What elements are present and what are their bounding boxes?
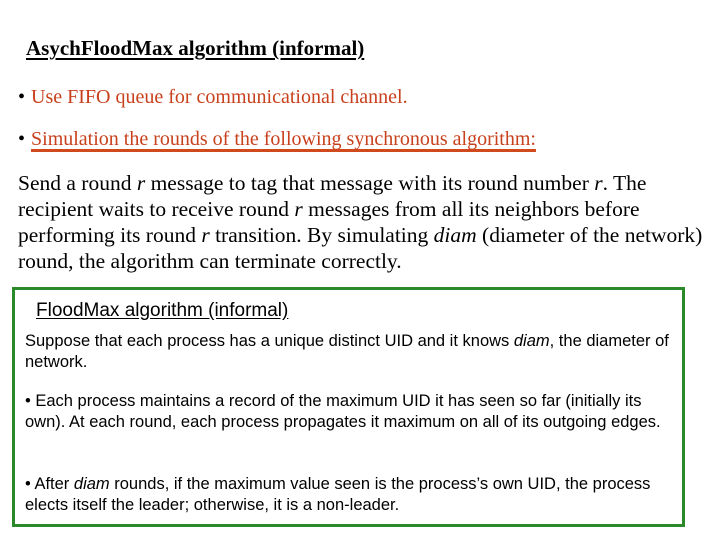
bullet-simulation: • Simulation the rounds of the following … bbox=[18, 128, 536, 151]
box-paragraph-leader: • After diam rounds, if the maximum valu… bbox=[25, 475, 651, 514]
floodmax-box: FloodMax algorithm (informal) Suppose th… bbox=[12, 287, 685, 527]
box-paragraph-uid: Suppose that each process has a unique d… bbox=[25, 332, 669, 371]
description-paragraph: Send a round r message to tag that messa… bbox=[18, 171, 703, 273]
bullet-marker: • bbox=[18, 128, 26, 150]
round-variable: r bbox=[294, 197, 303, 221]
diam-term: diam bbox=[73, 475, 110, 493]
diam-term: diam bbox=[433, 223, 477, 247]
box-paragraph-record: • Each process maintains a record of the… bbox=[25, 392, 661, 431]
bullet-marker: • bbox=[18, 86, 26, 108]
slide-title: AsychFloodMax algorithm (informal) bbox=[26, 36, 365, 60]
bullet-fifo: • Use FIFO queue for communicational chan… bbox=[18, 86, 408, 109]
diam-term: diam bbox=[513, 332, 550, 350]
round-variable: r bbox=[594, 171, 603, 195]
bullet-text: Simulation the rounds of the following s… bbox=[31, 128, 536, 150]
bullet-text: Use FIFO queue for communicational chann… bbox=[31, 86, 408, 108]
round-variable: r bbox=[201, 223, 210, 247]
box-title: FloodMax algorithm (informal) bbox=[36, 300, 289, 321]
round-variable: r bbox=[136, 171, 146, 195]
